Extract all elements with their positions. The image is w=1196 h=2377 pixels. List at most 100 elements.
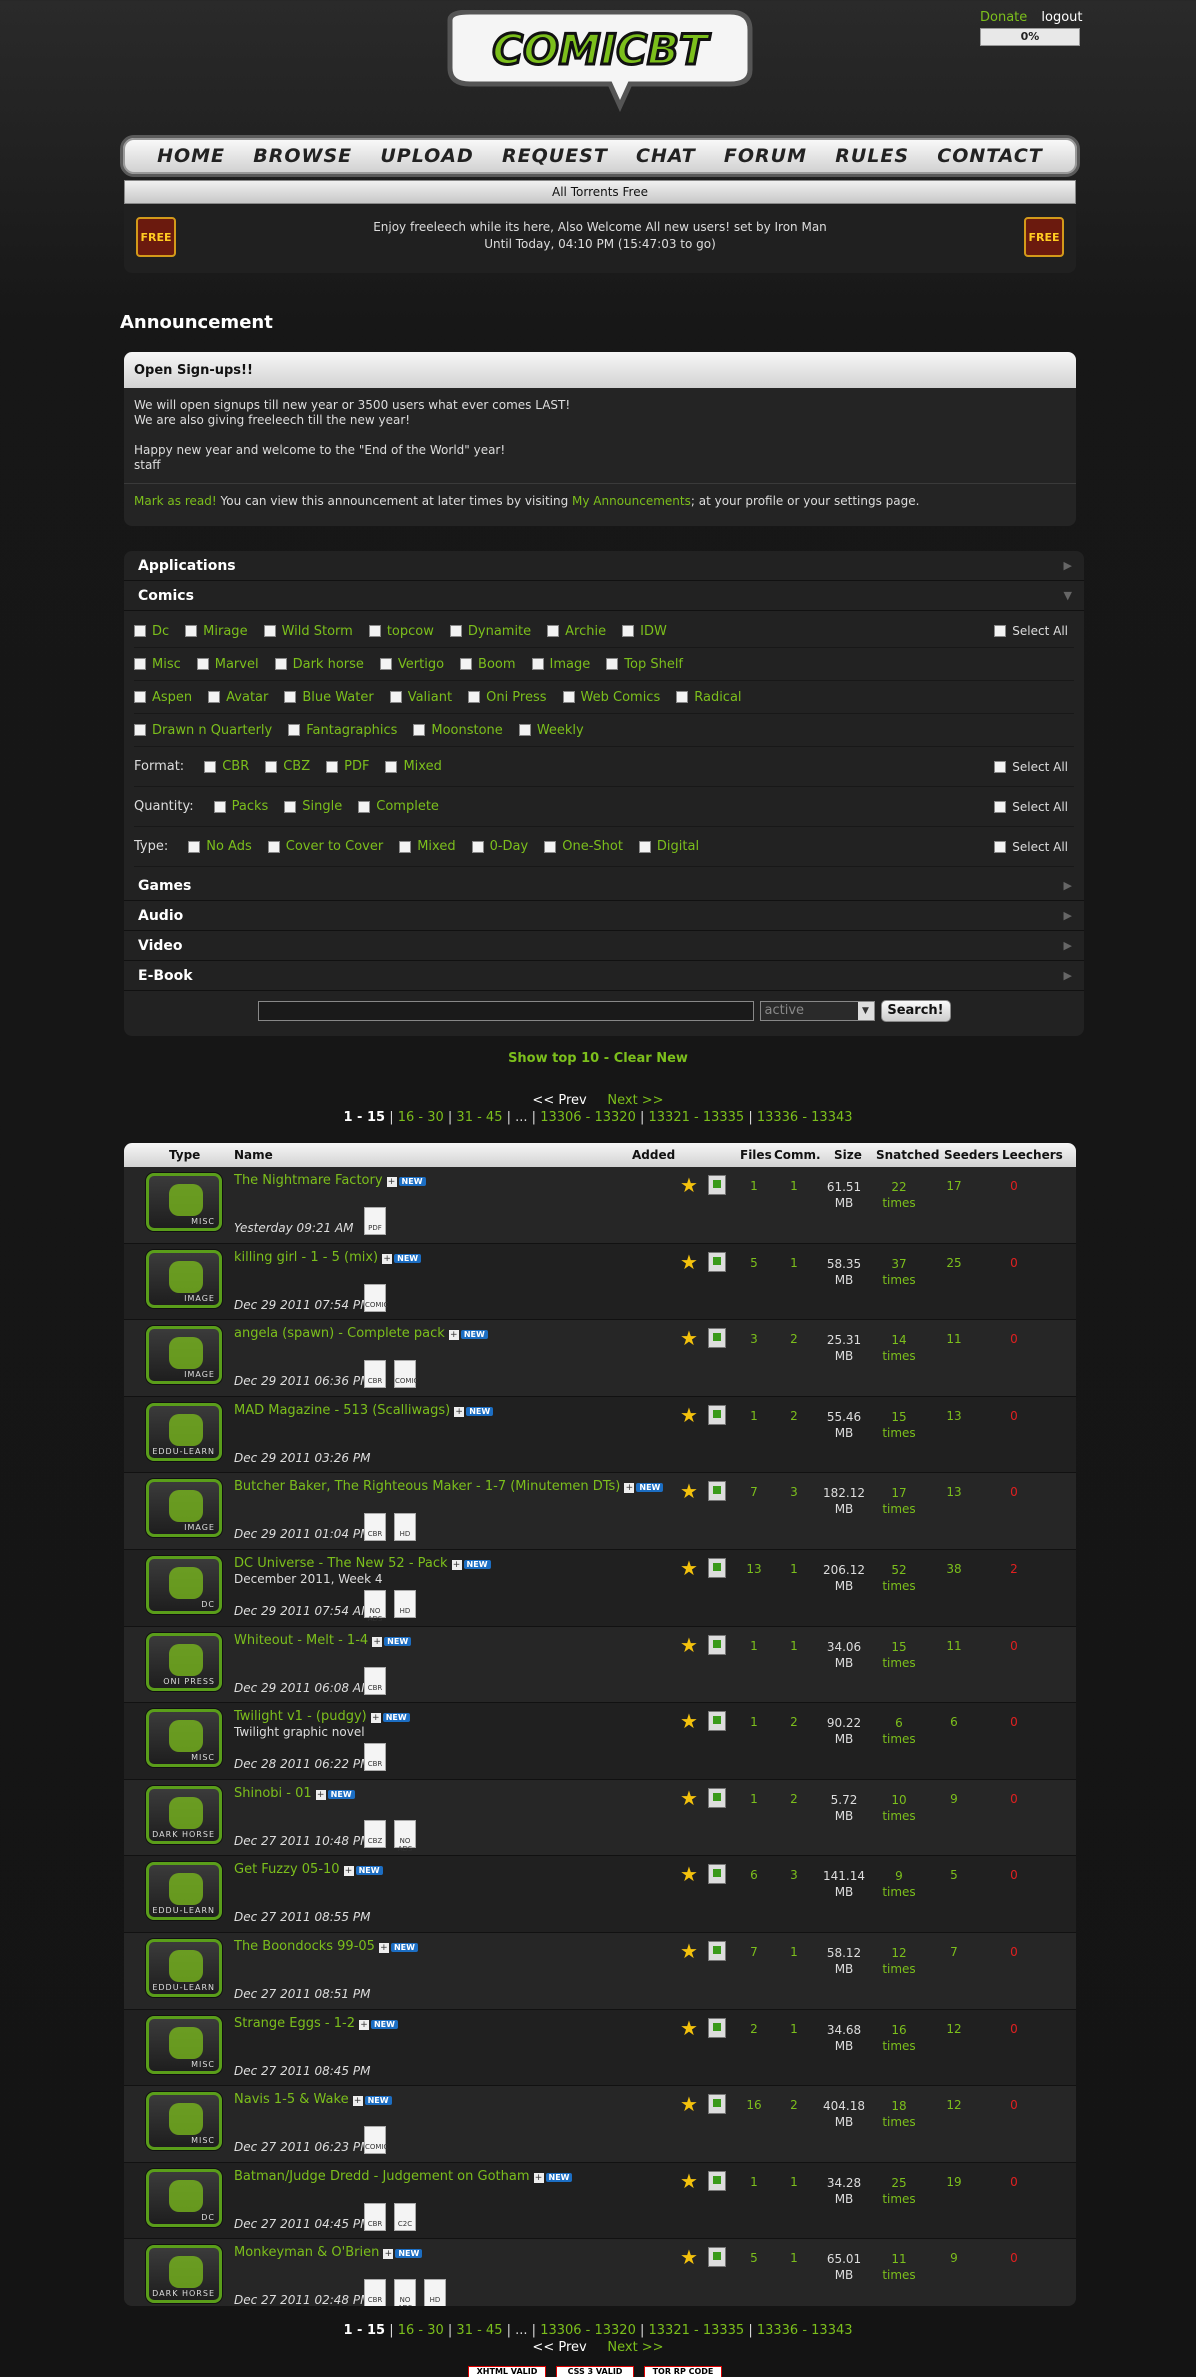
files-count[interactable]: 1 <box>734 1715 774 1729</box>
checkbox[interactable] <box>676 691 689 703</box>
validator-badge[interactable]: TOR RP CODE <box>644 2366 722 2377</box>
col-added[interactable]: Added <box>632 1148 675 1162</box>
checkbox[interactable] <box>265 760 278 773</box>
plus-icon[interactable]: + <box>383 2249 394 2260</box>
torrent-name-text[interactable]: Butcher Baker, The Righteous Maker - 1-7… <box>234 1479 620 1494</box>
select-all[interactable]: Select All <box>994 800 1068 814</box>
torrent-name[interactable]: MAD Magazine - 513 (Scalliwags) + NEW <box>234 1403 494 1418</box>
torrent-name-text[interactable]: Monkeyman & O'Brien <box>234 2245 379 2260</box>
torrent-name-text[interactable]: Navis 1-5 & Wake <box>234 2092 349 2107</box>
bookmark-star-icon[interactable]: ★ <box>680 1633 698 1657</box>
bookmark-star-icon[interactable]: ★ <box>680 1479 698 1503</box>
leechers-count[interactable]: 0 <box>984 2175 1044 2189</box>
publisher-option[interactable]: Blue Water <box>284 690 374 705</box>
seeders-count[interactable]: 11 <box>924 1639 984 1653</box>
col-comm[interactable]: Comm. <box>774 1148 821 1162</box>
category-badge-icon[interactable]: DARK HORSE <box>146 1785 222 1844</box>
torrent-name[interactable]: Monkeyman & O'Brien + NEW <box>234 2245 423 2260</box>
logout-link[interactable]: logout <box>1041 10 1082 25</box>
select-all[interactable]: Select All <box>994 624 1068 638</box>
comments-count[interactable]: 1 <box>774 2175 814 2189</box>
plus-icon[interactable]: + <box>370 1713 381 1724</box>
bookmark-star-icon[interactable]: ★ <box>680 2245 698 2269</box>
files-count[interactable]: 7 <box>734 1945 774 1959</box>
files-count[interactable]: 5 <box>734 1256 774 1270</box>
torrent-name-text[interactable]: angela (spawn) - Complete pack <box>234 1326 445 1341</box>
torrent-name-text[interactable]: MAD Magazine - 513 (Scalliwags) <box>234 1403 450 1418</box>
torrent-name[interactable]: Butcher Baker, The Righteous Maker - 1-7… <box>234 1479 664 1494</box>
checkbox[interactable] <box>267 840 280 853</box>
publisher-option[interactable]: Radical <box>676 690 742 705</box>
category-badge-icon[interactable]: IMAGE <box>146 1326 222 1385</box>
download-icon[interactable] <box>708 1557 726 1578</box>
checkbox[interactable] <box>471 840 484 853</box>
torrent-name-text[interactable]: Shinobi - 01 <box>234 1786 312 1801</box>
leechers-count[interactable]: 0 <box>984 1715 1044 1729</box>
checkbox[interactable] <box>284 691 297 703</box>
type-option[interactable]: One-Shot <box>544 839 623 854</box>
torrent-name-text[interactable]: killing girl - 1 - 5 (mix) <box>234 1250 378 1265</box>
nav-chat[interactable]: CHAT <box>636 145 696 167</box>
bookmark-star-icon[interactable]: ★ <box>680 1786 698 1810</box>
prev-link[interactable]: << Prev <box>532 1093 586 1108</box>
publisher-option[interactable]: Boom <box>460 657 516 672</box>
checkbox[interactable] <box>449 625 462 637</box>
torrent-name-text[interactable]: DC Universe - The New 52 - Pack <box>234 1556 448 1571</box>
page-link[interactable]: 31 - 45 <box>456 1110 502 1125</box>
search-button[interactable]: Search! <box>880 1000 951 1022</box>
seeders-count[interactable]: 38 <box>924 1562 984 1576</box>
plus-icon[interactable]: + <box>378 1942 389 1953</box>
torrent-name[interactable]: Get Fuzzy 05-10 + NEW <box>234 1862 383 1877</box>
seeders-count[interactable]: 13 <box>924 1409 984 1423</box>
seeders-count[interactable]: 12 <box>924 2098 984 2112</box>
checkbox[interactable] <box>326 760 339 773</box>
category-badge-icon[interactable]: EDDU-LEARN <box>146 1938 222 1997</box>
plus-icon[interactable]: + <box>382 1253 393 1264</box>
leechers-count[interactable]: 0 <box>984 1409 1044 1423</box>
format-option[interactable]: CBR <box>204 759 249 774</box>
select-all[interactable]: Select All <box>994 840 1068 854</box>
type-option[interactable]: Mixed <box>399 839 456 854</box>
category-badge-icon[interactable]: MISC <box>146 2015 222 2074</box>
publisher-option[interactable]: Oni Press <box>468 690 547 705</box>
checkbox[interactable] <box>531 658 544 670</box>
comments-count[interactable]: 1 <box>774 2251 814 2265</box>
leechers-count[interactable]: 2 <box>984 1562 1044 1576</box>
publisher-option[interactable]: Drawn n Quarterly <box>134 723 272 738</box>
files-count[interactable]: 7 <box>734 1485 774 1499</box>
col-size[interactable]: Size <box>834 1148 862 1162</box>
next-link[interactable]: Next >> <box>607 2340 663 2355</box>
checkbox[interactable] <box>263 625 276 637</box>
plus-icon[interactable]: + <box>454 1406 465 1417</box>
publisher-option[interactable]: Weekly <box>518 723 584 738</box>
bookmark-star-icon[interactable]: ★ <box>680 2169 698 2193</box>
publisher-option[interactable]: Avatar <box>208 690 268 705</box>
checkbox[interactable] <box>544 840 557 853</box>
page-link[interactable]: 13306 - 13320 <box>540 2323 636 2338</box>
bookmark-star-icon[interactable]: ★ <box>680 1173 698 1197</box>
comments-count[interactable]: 2 <box>774 1715 814 1729</box>
publisher-option[interactable]: Dark horse <box>274 657 364 672</box>
comments-count[interactable]: 1 <box>774 1179 814 1193</box>
mark-read-link[interactable]: Mark as read! <box>134 494 217 508</box>
bookmark-star-icon[interactable]: ★ <box>680 1403 698 1427</box>
download-icon[interactable] <box>708 1251 726 1272</box>
nav-rules[interactable]: RULES <box>835 145 909 167</box>
donate-link[interactable]: Donate <box>980 10 1027 25</box>
publisher-option[interactable]: Valiant <box>389 690 452 705</box>
page-link[interactable]: 16 - 30 <box>398 2323 444 2338</box>
files-count[interactable]: 1 <box>734 1639 774 1653</box>
category-badge-icon[interactable]: IMAGE <box>146 1479 222 1538</box>
checkbox[interactable] <box>994 625 1007 637</box>
publisher-option[interactable]: Dynamite <box>449 624 531 639</box>
leechers-count[interactable]: 0 <box>984 1332 1044 1346</box>
category-audio[interactable]: Audio ▶ <box>124 901 1084 931</box>
plus-icon[interactable]: + <box>352 2096 363 2107</box>
type-option[interactable]: 0-Day <box>471 839 528 854</box>
validator-badge[interactable]: XHTML VALID <box>468 2366 546 2377</box>
bookmark-star-icon[interactable]: ★ <box>680 1326 698 1350</box>
category-badge-icon[interactable]: DC <box>146 2168 222 2227</box>
clear-new-link[interactable]: Clear New <box>614 1051 688 1066</box>
col-seeders[interactable]: Seeders <box>944 1148 999 1162</box>
page-link[interactable]: 13321 - 13335 <box>649 1110 745 1125</box>
